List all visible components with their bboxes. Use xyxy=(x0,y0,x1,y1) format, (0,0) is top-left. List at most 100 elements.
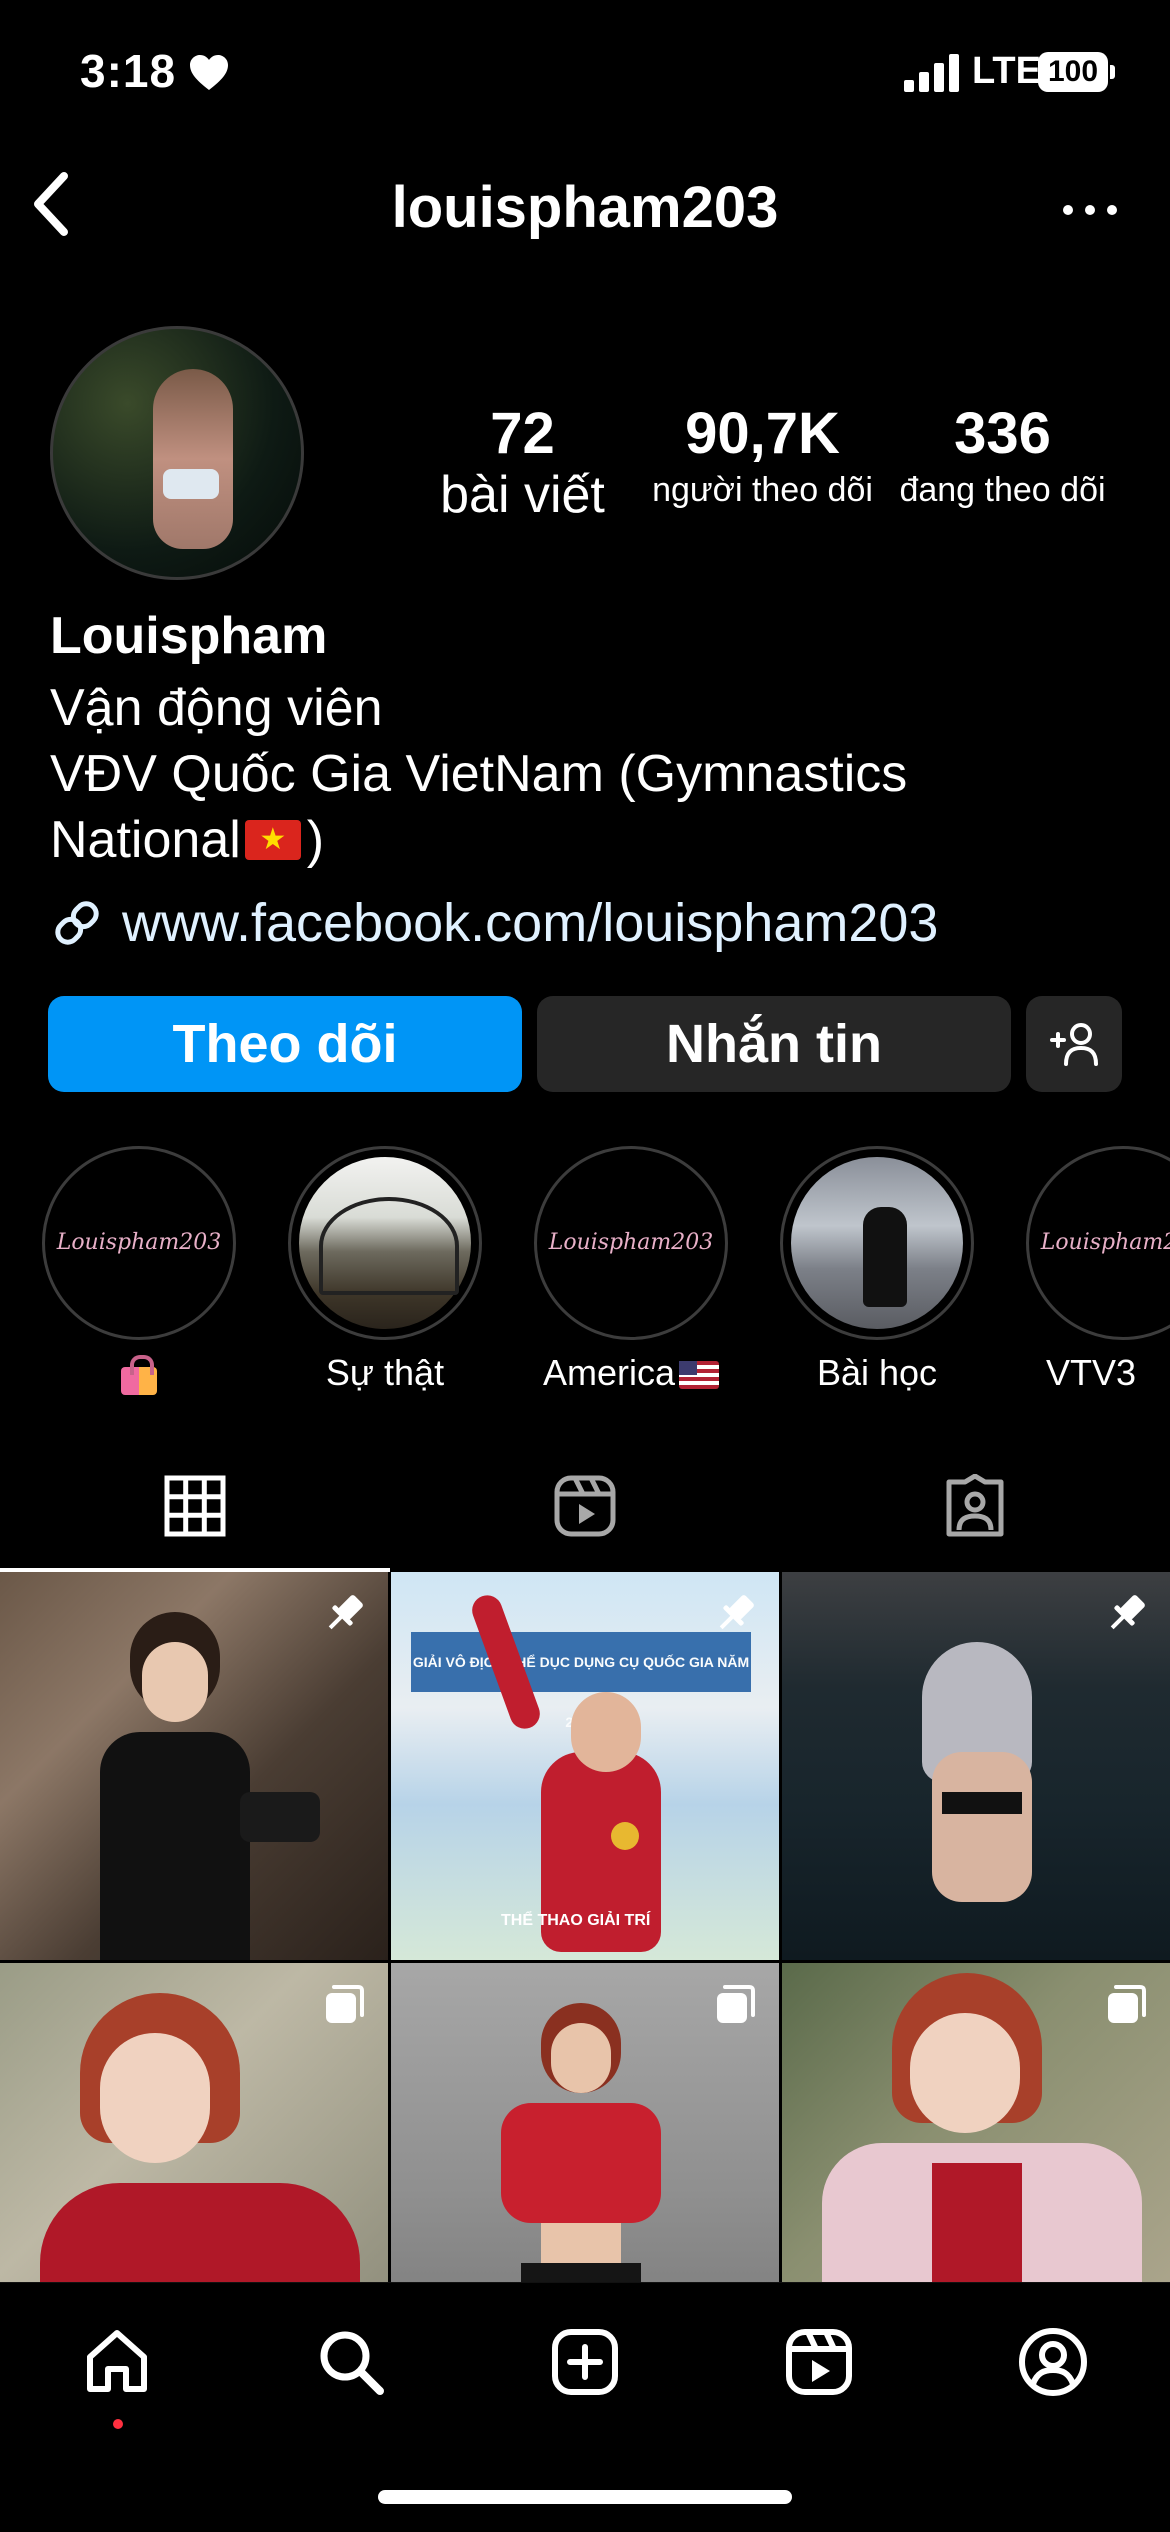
home-indicator[interactable] xyxy=(378,2490,792,2504)
signal-icon xyxy=(904,54,959,92)
pinned-icon xyxy=(1110,1595,1145,1630)
follow-button[interactable]: Theo dõi xyxy=(48,996,522,1092)
highlight-cover-text: Louispham203 xyxy=(1040,1230,1170,1255)
network-type: LTE xyxy=(972,50,1041,92)
stat-posts[interactable]: 72 bài viết xyxy=(420,400,625,525)
post-thumbnail[interactable] xyxy=(782,1963,1170,2282)
carousel-icon xyxy=(326,1985,364,2023)
followers-label: người theo dõi xyxy=(652,471,873,509)
highlight-label: Bài học xyxy=(816,1352,938,1393)
post-figure-waist xyxy=(541,2223,621,2263)
posts-label: bài viết xyxy=(440,466,605,524)
bio-link-text[interactable]: www.facebook.com/louispham203 xyxy=(122,892,938,954)
post-banner: GIẢI VÔ ĐỊCH THỂ DỤC DỤNG CỤ QUỐC GIA NĂ… xyxy=(411,1632,751,1730)
heart-icon xyxy=(190,55,228,90)
avatar[interactable] xyxy=(50,326,304,580)
battery-level: 100 xyxy=(1038,52,1108,92)
tab-reels[interactable] xyxy=(390,1446,780,1572)
stat-followers[interactable]: 90,7K người theo dõi xyxy=(650,400,875,510)
highlight-cover xyxy=(288,1146,482,1340)
page-title: louispham203 xyxy=(391,175,779,240)
post-figure-top xyxy=(40,2183,360,2282)
search-icon xyxy=(320,2331,384,2395)
post-figure-pants xyxy=(521,2263,641,2282)
highlight-cover xyxy=(780,1146,974,1340)
tab-posts-grid[interactable] xyxy=(0,1446,390,1572)
nav-search[interactable] xyxy=(306,2317,396,2407)
status-bar: 3:18 LTE 100 xyxy=(0,0,1170,150)
nav-create[interactable] xyxy=(540,2317,630,2407)
post-figure-face xyxy=(100,2033,210,2163)
post-figure-face xyxy=(910,2013,1020,2133)
story-highlight[interactable]: Louispham203 xyxy=(42,1146,236,1396)
post-thumbnail[interactable] xyxy=(391,1963,779,2282)
story-highlight[interactable]: Louispham203 America xyxy=(534,1146,728,1396)
more-options-icon[interactable] xyxy=(1050,180,1130,240)
nav-reels[interactable] xyxy=(774,2317,864,2407)
posts-count: 72 xyxy=(490,401,555,466)
posts-grid: GIẢI VÔ ĐỊCH THỂ DỤC DỤNG CỤ QUỐC GIA NĂ… xyxy=(0,1572,1170,2282)
story-highlight[interactable]: Bài học xyxy=(780,1146,974,1396)
avatar-swimsuit xyxy=(163,469,219,499)
highlight-label: VTV3 xyxy=(1046,1352,1137,1393)
notification-dot xyxy=(113,2419,123,2429)
bio-line-3-close: ) xyxy=(306,811,325,869)
post-figure-face xyxy=(142,1642,208,1722)
highlight-cover: Louispham203 xyxy=(1026,1146,1170,1340)
highlight-label: America xyxy=(494,1352,768,1394)
create-post-icon xyxy=(552,2329,618,2395)
post-figure-body xyxy=(932,1752,1032,1902)
shopping-bags-icon xyxy=(119,1355,159,1396)
highlight-cover-text: Louispham203 xyxy=(56,1230,222,1255)
us-flag-icon xyxy=(679,1361,720,1390)
post-figure-vest xyxy=(932,2163,1022,2282)
battery-cap xyxy=(1110,65,1115,79)
profile-header: louispham203 xyxy=(0,150,1170,260)
battery-icon: 100 xyxy=(1038,52,1115,92)
nav-profile[interactable] xyxy=(1008,2317,1098,2407)
display-name: Louispham xyxy=(50,607,328,665)
story-highlight[interactable]: Sự thật xyxy=(288,1146,482,1396)
profile-tabs xyxy=(0,1446,1170,1572)
post-thumbnail[interactable] xyxy=(782,1572,1170,1960)
highlight-photo xyxy=(299,1157,471,1329)
post-thumbnail[interactable]: GIẢI VÔ ĐỊCH THỂ DỤC DỤNG CỤ QUỐC GIA NĂ… xyxy=(391,1572,779,1960)
followers-count: 90,7K xyxy=(685,401,840,466)
vietnam-flag-icon xyxy=(244,820,301,861)
bio-category: Vận động viên xyxy=(50,679,383,737)
bio-line-2: VĐV Quốc Gia VietNam (Gymnastics xyxy=(50,745,908,803)
following-label: đang theo dõi xyxy=(899,471,1106,509)
post-figure-top xyxy=(501,2103,661,2223)
nav-home[interactable] xyxy=(72,2317,162,2429)
avatar-figure xyxy=(153,369,233,549)
post-watermark: THỂ THAO GIẢI TRÍ xyxy=(501,1912,651,1929)
following-count: 336 xyxy=(954,401,1051,466)
grid-icon xyxy=(164,1475,226,1537)
status-time: 3:18 xyxy=(80,45,177,97)
highlight-label-text: America xyxy=(542,1352,676,1393)
post-figure-face xyxy=(551,2023,611,2093)
reels-icon xyxy=(786,2329,852,2395)
link-icon xyxy=(55,901,99,945)
highlight-cover: Louispham203 xyxy=(534,1146,728,1340)
stat-following[interactable]: 336 đang theo dõi xyxy=(885,400,1120,510)
reels-icon xyxy=(554,1475,616,1537)
carousel-icon xyxy=(1108,1985,1146,2023)
post-thumbnail[interactable] xyxy=(0,1572,388,1960)
tab-tagged[interactable] xyxy=(780,1446,1170,1572)
add-person-icon xyxy=(1050,1023,1098,1066)
tagged-icon xyxy=(946,1474,1004,1537)
post-medal xyxy=(611,1822,639,1850)
post-figure-swimsuit xyxy=(942,1792,1022,1814)
highlight-label: Sự thật xyxy=(325,1352,445,1393)
post-thumbnail[interactable] xyxy=(0,1963,388,2282)
highlight-photo xyxy=(791,1157,963,1329)
post-figure-dress xyxy=(100,1732,250,1960)
bio-line-3-text: National xyxy=(50,811,241,869)
message-button[interactable]: Nhắn tin xyxy=(537,996,1011,1092)
pinned-icon xyxy=(328,1595,363,1630)
profile-icon xyxy=(1019,2328,1087,2396)
highlight-label xyxy=(2,1352,276,1396)
story-highlight[interactable]: Louispham203 VTV3 xyxy=(1026,1146,1170,1396)
suggested-users-button[interactable] xyxy=(1026,996,1122,1092)
